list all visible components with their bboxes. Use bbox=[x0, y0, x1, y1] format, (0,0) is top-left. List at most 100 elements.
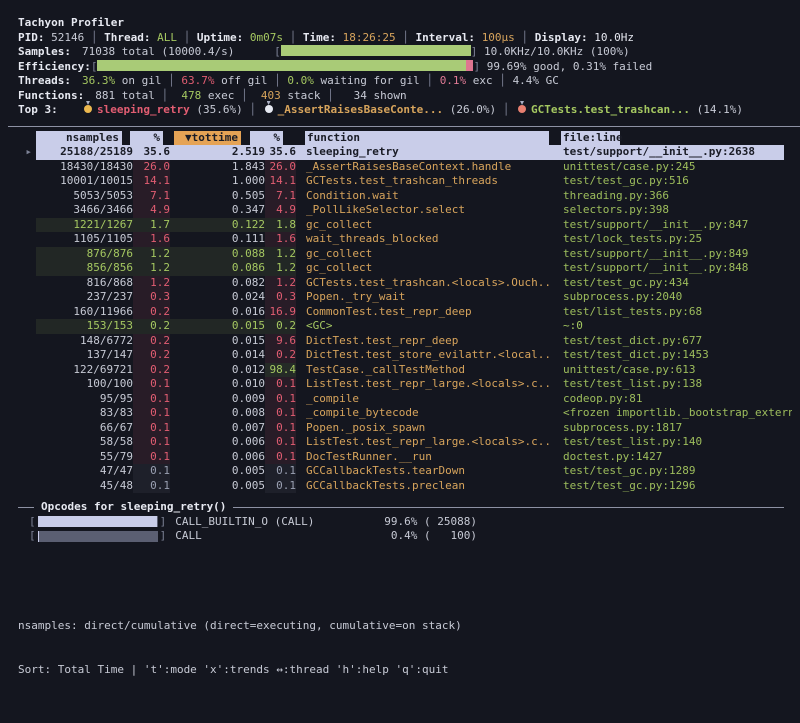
file-line-cell: test/support/__init__.py:2638 bbox=[563, 145, 792, 160]
top3-item: sleeping_retry (35.6%) bbox=[82, 103, 243, 116]
pct-direct-cell: 1.2 bbox=[133, 261, 170, 276]
bar-bracket: [ bbox=[274, 45, 281, 58]
gap bbox=[296, 145, 306, 160]
status-value: 52146 bbox=[51, 31, 84, 44]
separator: │ bbox=[515, 31, 535, 44]
table-row[interactable]: 47/470.10.0050.1GCCallbackTests.tearDown… bbox=[18, 464, 792, 479]
nsamples-cell: 153/153 bbox=[36, 319, 133, 334]
pct-cumulative-cell: 35.6 bbox=[265, 145, 296, 160]
top3-item: _AssertRaisesBaseConte... (26.0%) bbox=[263, 103, 497, 116]
table-row[interactable]: 876/8761.20.0881.2gc_collecttest/support… bbox=[18, 247, 792, 262]
gap bbox=[551, 203, 563, 218]
gap bbox=[551, 276, 563, 291]
function-name-cell: _PollLikeSelector.select bbox=[306, 203, 551, 218]
gap bbox=[551, 450, 563, 465]
gap bbox=[551, 319, 563, 334]
gap bbox=[551, 435, 563, 450]
table-row[interactable]: 148/67720.20.0159.6DictTest.test_repr_de… bbox=[18, 334, 792, 349]
selected-row-arrow-icon bbox=[18, 406, 36, 421]
column-header-pct-direct[interactable]: % bbox=[130, 131, 163, 146]
pct-cumulative-cell: 0.1 bbox=[265, 450, 296, 465]
tottime-cell: 0.005 bbox=[170, 479, 265, 494]
column-header-tottime-sorted[interactable]: ▼tottime bbox=[174, 131, 241, 146]
function-name-cell: Popen._posix_spawn bbox=[306, 421, 551, 436]
gap bbox=[551, 160, 563, 175]
function-name-cell: DictTest.test_repr_deep bbox=[306, 334, 551, 349]
nsamples-cell: 5053/5053 bbox=[36, 189, 133, 204]
tottime-cell: 0.122 bbox=[170, 218, 265, 233]
pct-direct-cell: 0.1 bbox=[133, 464, 170, 479]
function-name-cell: Popen._try_wait bbox=[306, 290, 551, 305]
tottime-cell: 0.111 bbox=[170, 232, 265, 247]
gap bbox=[296, 160, 306, 175]
pct-direct-cell: 1.7 bbox=[133, 218, 170, 233]
nsamples-cell: 66/67 bbox=[36, 421, 133, 436]
table-row[interactable]: 856/8561.20.0861.2gc_collecttest/support… bbox=[18, 261, 792, 276]
table-row[interactable]: 83/830.10.0080.1_compile_bytecode<frozen… bbox=[18, 406, 792, 421]
bar-bracket: ] bbox=[160, 515, 167, 530]
column-header-function[interactable]: function bbox=[305, 131, 549, 146]
tottime-cell: 0.015 bbox=[170, 334, 265, 349]
pct-cumulative-cell: 4.9 bbox=[265, 203, 296, 218]
table-row[interactable]: 95/950.10.0090.1_compilecodeop.py:81 bbox=[18, 392, 792, 407]
column-header-nsamples[interactable]: nsamples bbox=[36, 131, 122, 146]
table-row[interactable]: 153/1530.20.0150.2<GC>~:0 bbox=[18, 319, 792, 334]
top3-function-name: _AssertRaisesBaseConte... bbox=[278, 103, 444, 116]
tottime-cell: 0.005 bbox=[170, 464, 265, 479]
gap bbox=[296, 348, 306, 363]
table-row[interactable]: 160/119660.20.01616.9CommonTest.test_rep… bbox=[18, 305, 792, 320]
gap bbox=[296, 290, 306, 305]
gap bbox=[551, 464, 563, 479]
table-row[interactable]: 3466/34664.90.3474.9_PollLikeSelector.se… bbox=[18, 203, 792, 218]
column-header-file-line[interactable]: file:line bbox=[561, 131, 620, 146]
pct-cumulative-cell: 1.2 bbox=[265, 276, 296, 291]
gap bbox=[551, 232, 563, 247]
table-row[interactable]: 58/580.10.0060.1ListTest.test_repr_large… bbox=[18, 435, 792, 450]
tottime-cell: 0.015 bbox=[170, 319, 265, 334]
selected-row-arrow-icon bbox=[18, 203, 36, 218]
pct-direct-cell: 1.2 bbox=[133, 247, 170, 262]
table-row[interactable]: 5053/50537.10.5057.1Condition.waitthread… bbox=[18, 189, 792, 204]
tottime-cell: 0.006 bbox=[170, 435, 265, 450]
table-row[interactable]: 1105/11051.60.1111.6wait_threads_blocked… bbox=[18, 232, 792, 247]
metric-value: 881 bbox=[82, 89, 115, 102]
function-name-cell: gc_collect bbox=[306, 218, 551, 233]
separator: │ bbox=[267, 74, 287, 87]
pct-direct-cell: 7.1 bbox=[133, 189, 170, 204]
column-header-pct-cumulative[interactable]: % bbox=[250, 131, 283, 146]
nsamples-cell: 100/100 bbox=[36, 377, 133, 392]
pct-direct-cell: 0.2 bbox=[133, 363, 170, 378]
table-row[interactable]: ▸25188/2518935.62.51935.6sleeping_retryt… bbox=[18, 145, 792, 160]
file-line-cell: subprocess.py:2040 bbox=[563, 290, 792, 305]
nsamples-cell: 148/6772 bbox=[36, 334, 133, 349]
table-row[interactable]: 816/8681.20.0821.2GCTests.test_trashcan.… bbox=[18, 276, 792, 291]
gap bbox=[296, 276, 306, 291]
pct-direct-cell: 0.1 bbox=[133, 450, 170, 465]
functions-line: Functions: 881 total │ 478 exec │ 403 st… bbox=[18, 89, 792, 104]
gap bbox=[296, 377, 306, 392]
pct-cumulative-cell: 0.2 bbox=[265, 348, 296, 363]
table-row[interactable]: 55/790.10.0060.1DocTestRunner.__rundocte… bbox=[18, 450, 792, 465]
table-row[interactable]: 18430/1843026.01.84326.0_AssertRaisesBas… bbox=[18, 160, 792, 175]
table-row[interactable]: 66/670.10.0070.1Popen._posix_spawnsubpro… bbox=[18, 421, 792, 436]
status-label: Interval: bbox=[415, 31, 481, 44]
table-row[interactable]: 122/697210.20.01298.4TestCase._callTestM… bbox=[18, 363, 792, 378]
table-row[interactable]: 10001/1001514.11.00014.1GCTests.test_tra… bbox=[18, 174, 792, 189]
status-bar: PID: 52146 │ Thread: ALL │ Uptime: 0m07s… bbox=[18, 31, 792, 46]
status-value: ALL bbox=[157, 31, 177, 44]
table-row[interactable]: 137/1470.20.0140.2DictTest.test_store_ev… bbox=[18, 348, 792, 363]
pct-cumulative-cell: 1.2 bbox=[265, 261, 296, 276]
gap bbox=[296, 261, 306, 276]
pct-direct-cell: 0.2 bbox=[133, 319, 170, 334]
table-row[interactable]: 237/2370.30.0240.3Popen._try_waitsubproc… bbox=[18, 290, 792, 305]
opcodes-list: []CALL_BUILTIN_O (CALL)99.6% ( 25088)[]C… bbox=[18, 515, 792, 544]
metric-value: 478 bbox=[175, 89, 202, 102]
selected-row-arrow-icon bbox=[18, 479, 36, 494]
pct-direct-cell: 1.6 bbox=[133, 232, 170, 247]
app-title: Tachyon Profiler bbox=[18, 16, 792, 31]
table-row[interactable]: 45/480.10.0050.1GCCallbackTests.preclean… bbox=[18, 479, 792, 494]
table-row[interactable]: 1221/12671.70.1221.8gc_collecttest/suppo… bbox=[18, 218, 792, 233]
gap bbox=[296, 421, 306, 436]
pct-cumulative-cell: 0.1 bbox=[265, 392, 296, 407]
table-row[interactable]: 100/1000.10.0100.1ListTest.test_repr_lar… bbox=[18, 377, 792, 392]
